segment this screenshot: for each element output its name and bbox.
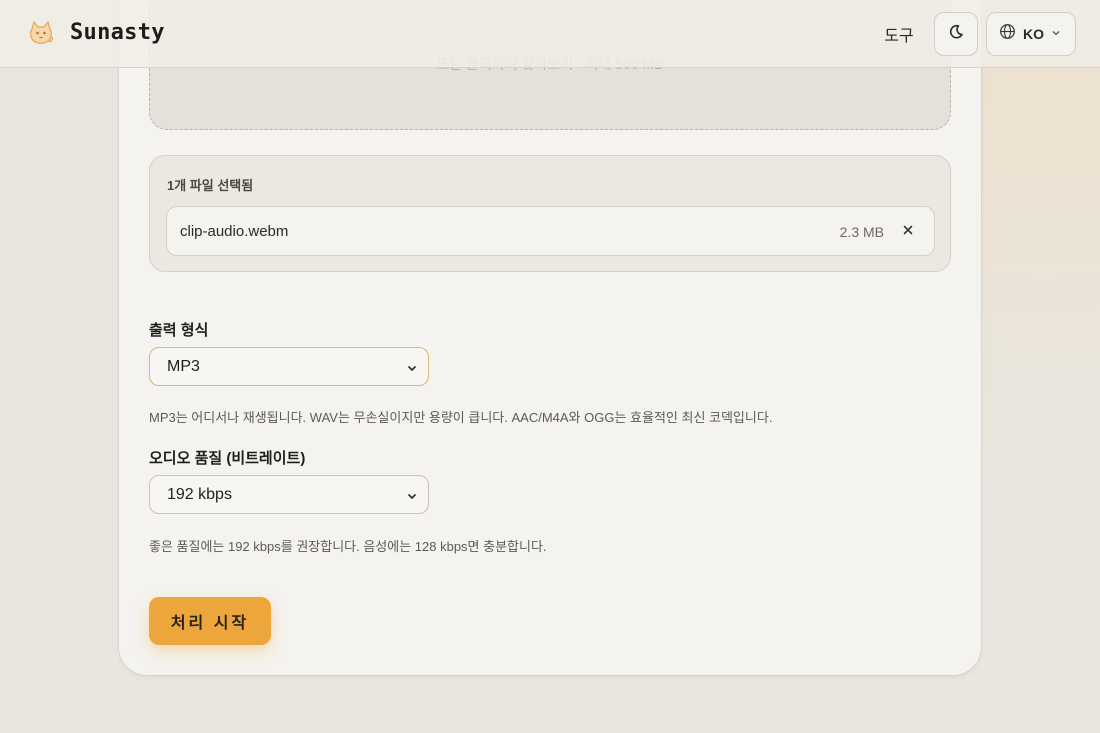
chevron-down-icon	[1051, 25, 1061, 43]
bitrate-value: 192 kbps	[167, 485, 232, 503]
theme-toggle-button[interactable]	[934, 12, 978, 56]
chevron-down-icon	[406, 361, 418, 379]
bitrate-select[interactable]: 192 kbps	[149, 475, 429, 514]
top-header: Sunasty 도구 KO	[0, 0, 1100, 68]
output-format-value: MP3	[167, 357, 200, 375]
brand-name[interactable]: Sunasty	[70, 20, 165, 45]
language-selector-button[interactable]: KO	[986, 12, 1076, 56]
start-processing-button[interactable]: 처리 시작	[149, 597, 271, 645]
nav-tools-link[interactable]: 도구	[872, 22, 926, 46]
globe-icon	[999, 23, 1016, 45]
file-name: clip-audio.webm	[180, 223, 289, 240]
selected-files-panel: 1개 파일 선택됨 clip-audio.webm 2.3 MB	[149, 155, 951, 272]
remove-file-button[interactable]	[896, 219, 920, 243]
chevron-down-icon	[406, 489, 418, 507]
language-code: KO	[1023, 26, 1044, 42]
close-icon	[903, 222, 913, 240]
moon-icon	[948, 24, 964, 45]
output-format-select[interactable]: MP3	[149, 347, 429, 386]
cat-logo-icon[interactable]	[26, 18, 56, 48]
file-size: 2.3 MB	[839, 224, 884, 240]
file-list-item: clip-audio.webm 2.3 MB	[166, 206, 935, 256]
audio-quality-label: 오디오 품질 (비트레이트)	[149, 450, 306, 467]
output-format-label: 출력 형식	[149, 322, 209, 339]
file-count-label: 1개 파일 선택됨	[167, 178, 254, 193]
bitrate-help: 좋은 품질에는 192 kbps를 권장합니다. 음성에는 128 kbps면 …	[149, 539, 547, 554]
output-format-help: MP3는 어디서나 재생됩니다. WAV는 무손실이지만 용량이 큽니다. AA…	[149, 410, 773, 425]
